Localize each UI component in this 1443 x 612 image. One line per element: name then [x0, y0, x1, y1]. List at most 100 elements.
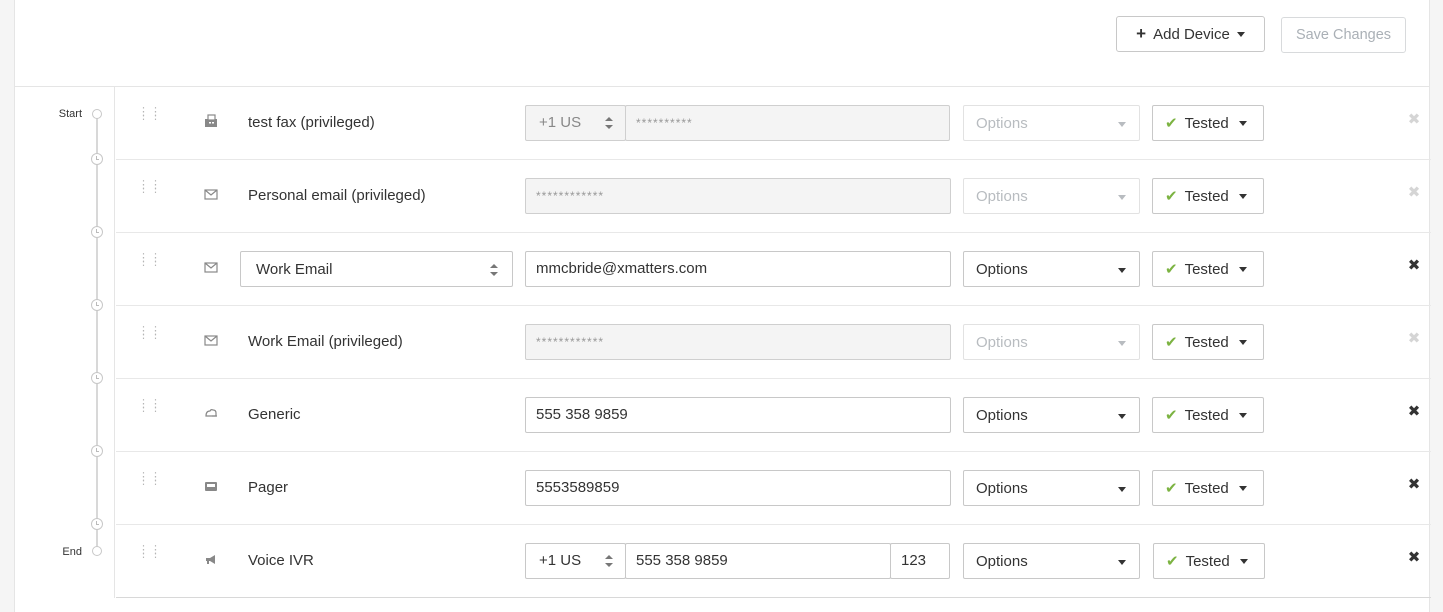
country-code-value: +1 US: [539, 114, 582, 131]
timeline-line: [96, 118, 98, 551]
chevron-down-icon: [1118, 268, 1126, 273]
phone-number-field[interactable]: 555 358 9859: [625, 543, 891, 579]
delay-clock-icon[interactable]: [91, 372, 103, 384]
options-dropdown[interactable]: Options: [963, 470, 1140, 506]
checkmark-icon: ✔: [1165, 115, 1178, 132]
remove-device-icon[interactable]: ✖: [1405, 403, 1423, 421]
options-label: Options: [976, 261, 1028, 278]
pager-icon: [205, 482, 217, 491]
tested-label: Tested: [1184, 333, 1229, 351]
drag-handle-icon[interactable]: ⋮⋮ ⋮⋮: [138, 107, 161, 122]
device-row: ⋮⋮ ⋮⋮ Generic 555 358 9859 Options ✔ Test…: [116, 379, 1431, 452]
options-dropdown[interactable]: Options: [963, 251, 1140, 287]
country-code-select[interactable]: +1 US: [525, 543, 626, 579]
tested-label: Tested: [1184, 114, 1229, 132]
save-changes-button[interactable]: Save Changes: [1281, 17, 1406, 53]
options-dropdown[interactable]: Options: [963, 397, 1140, 433]
extension-field[interactable]: 123: [890, 543, 950, 579]
options-label: Options: [976, 553, 1028, 570]
tested-status-button[interactable]: ✔ Tested: [1152, 397, 1264, 433]
devices-panel: + Add Device Save Changes Start End ⋮⋮ ⋮⋮…: [14, 0, 1431, 612]
device-row: ⋮⋮ ⋮⋮ Personal email (privileged) *******…: [116, 160, 1431, 233]
device-row: ⋮⋮ ⋮⋮ Work Email mmcbride@xmatters.com Op…: [116, 233, 1431, 306]
tested-status-button[interactable]: ✔ Tested: [1152, 178, 1264, 214]
delay-clock-icon[interactable]: [91, 299, 103, 311]
remove-device-icon[interactable]: ✖: [1405, 549, 1423, 567]
chevron-down-icon: [1239, 558, 1248, 564]
drag-handle-icon[interactable]: ⋮⋮ ⋮⋮: [138, 399, 161, 414]
tested-label: Tested: [1184, 406, 1229, 424]
checkmark-icon: ✔: [1165, 407, 1178, 424]
device-name: Personal email (privileged): [248, 187, 426, 204]
chevron-down-icon: [1238, 412, 1247, 418]
tested-status-button[interactable]: ✔ Tested: [1152, 251, 1264, 287]
remove-device-icon[interactable]: ✖: [1405, 257, 1423, 275]
delay-clock-icon[interactable]: [91, 153, 103, 165]
checkmark-icon: ✔: [1166, 553, 1179, 570]
checkmark-icon: ✔: [1165, 188, 1178, 205]
remove-device-icon: ✖: [1407, 330, 1421, 347]
checkmark-icon: ✔: [1165, 261, 1178, 278]
delay-clock-icon[interactable]: [91, 226, 103, 238]
tested-label: Tested: [1184, 260, 1229, 278]
remove-device-icon[interactable]: ✖: [1405, 476, 1423, 494]
chevron-down-icon: [1118, 487, 1126, 492]
email-field[interactable]: mmcbride@xmatters.com: [525, 251, 951, 287]
tested-status-button[interactable]: ✔ Tested: [1153, 543, 1265, 579]
chevron-down-icon: [1238, 266, 1247, 272]
device-row: ⋮⋮ ⋮⋮ Pager 5553589859 Options ✔ Tested ✖: [116, 452, 1431, 525]
remove-device-icon: ✖: [1407, 184, 1421, 201]
delay-clock-icon[interactable]: [91, 445, 103, 457]
timeline-start-node: [92, 109, 102, 119]
tested-label: Tested: [1184, 187, 1229, 205]
generic-device-icon: [205, 409, 217, 417]
drag-handle-icon[interactable]: ⋮⋮ ⋮⋮: [138, 472, 161, 487]
country-code-value: +1 US: [539, 552, 582, 569]
device-name: Pager: [248, 479, 289, 496]
device-value-field[interactable]: 5553589859: [525, 470, 951, 506]
select-arrows-icon: [490, 264, 498, 276]
device-name-value: Work Email: [256, 261, 333, 278]
checkmark-icon: ✔: [1165, 480, 1178, 497]
tested-status-button[interactable]: ✔ Tested: [1152, 105, 1264, 141]
device-name: Work Email (privileged): [248, 333, 403, 350]
envelope-icon: [204, 189, 218, 200]
timeline-start-label: Start: [58, 108, 82, 120]
timeline-end-label: End: [62, 546, 82, 558]
device-value-field: **********: [625, 105, 950, 141]
device-list: ⋮⋮ ⋮⋮ test fax (privileged) +1 US *******…: [116, 87, 1431, 598]
chevron-down-icon: [1238, 339, 1247, 345]
add-device-label: Add Device: [1153, 25, 1230, 43]
tested-status-button[interactable]: ✔ Tested: [1152, 470, 1264, 506]
device-row: ⋮⋮ ⋮⋮ Work Email (privileged) ***********…: [116, 306, 1431, 379]
tested-label: Tested: [1184, 479, 1229, 497]
megaphone-icon: [206, 555, 215, 564]
drag-handle-icon[interactable]: ⋮⋮ ⋮⋮: [138, 180, 161, 195]
drag-handle-icon[interactable]: ⋮⋮ ⋮⋮: [138, 253, 161, 268]
options-label: Options: [976, 115, 1028, 132]
add-device-button[interactable]: + Add Device: [1116, 16, 1265, 52]
drag-handle-icon[interactable]: ⋮⋮ ⋮⋮: [138, 326, 161, 341]
country-code-select: +1 US: [525, 105, 626, 141]
timeline-end-node: [92, 546, 102, 556]
tested-status-button[interactable]: ✔ Tested: [1152, 324, 1264, 360]
device-row: ⋮⋮ ⋮⋮ Voice IVR +1 US 555 358 9859 123 Op…: [116, 525, 1431, 598]
options-dropdown: Options: [963, 105, 1140, 141]
device-value-field: ************: [525, 324, 951, 360]
device-name-select[interactable]: Work Email: [240, 251, 513, 287]
drag-handle-icon[interactable]: ⋮⋮ ⋮⋮: [138, 545, 161, 560]
envelope-icon: [204, 262, 218, 273]
device-name: Generic: [248, 406, 301, 423]
toolbar: + Add Device Save Changes: [15, 0, 1429, 87]
plus-icon: +: [1136, 24, 1147, 43]
chevron-down-icon: [1238, 193, 1247, 199]
device-order-timeline: Start End: [15, 87, 115, 598]
options-dropdown[interactable]: Options: [963, 543, 1140, 579]
remove-device-icon: ✖: [1407, 111, 1421, 128]
select-arrows-icon: [605, 117, 613, 129]
options-label: Options: [976, 188, 1028, 205]
device-value-field[interactable]: 555 358 9859: [525, 397, 951, 433]
device-name: test fax (privileged): [248, 114, 375, 131]
envelope-icon: [204, 335, 218, 346]
delay-clock-icon[interactable]: [91, 518, 103, 530]
